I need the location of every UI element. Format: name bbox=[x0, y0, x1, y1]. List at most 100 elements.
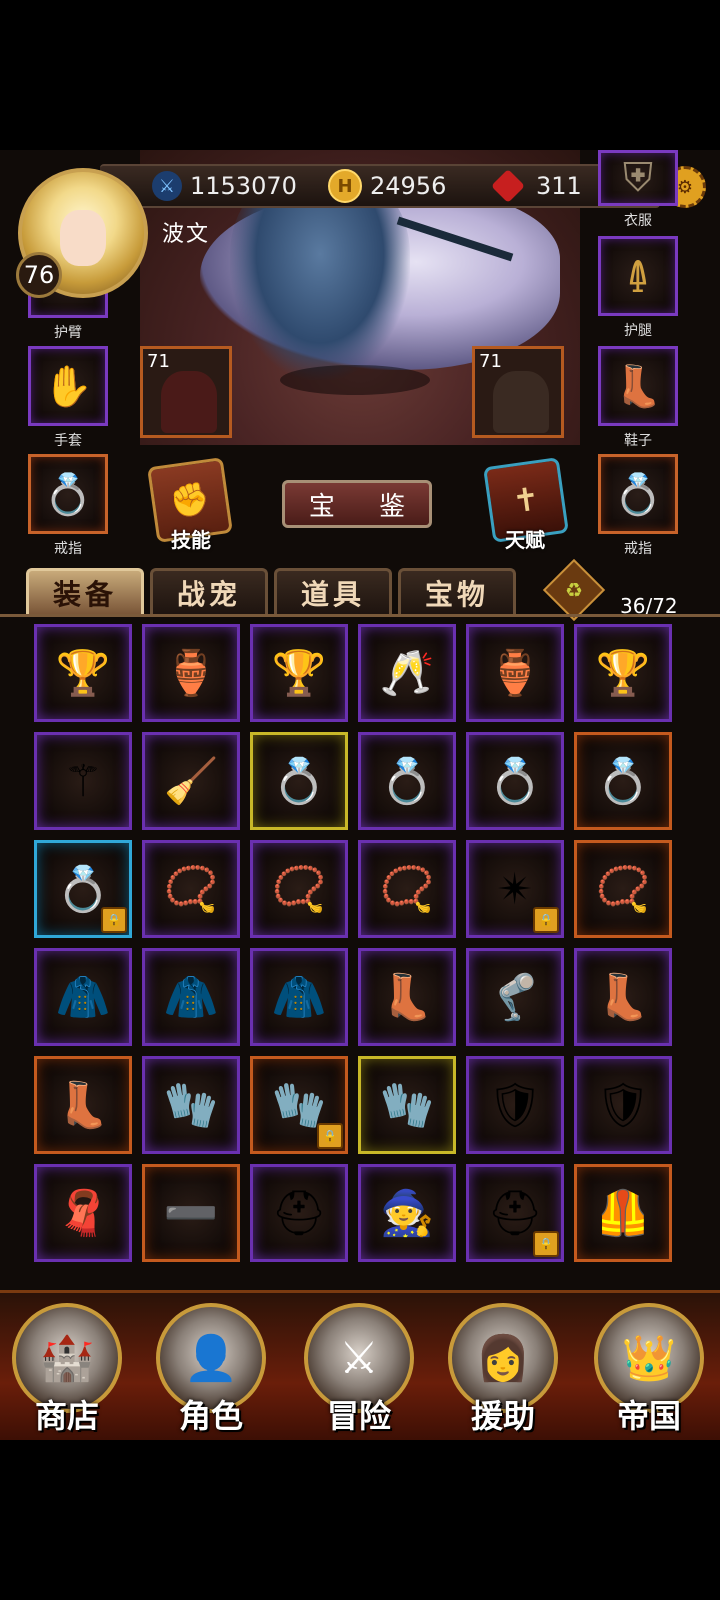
nav-character-label: 角色 bbox=[178, 1397, 243, 1435]
winged-boot-icon: 👢 bbox=[55, 1080, 111, 1131]
inventory-slot[interactable]: 🧥 bbox=[34, 948, 132, 1046]
golden-trophy-icon: 🏆 bbox=[55, 648, 111, 699]
talent-label: 天赋 bbox=[505, 528, 545, 552]
player-name: 波文 bbox=[162, 222, 211, 247]
fur-cloak-icon: 🧥 bbox=[271, 972, 327, 1023]
appraise-button[interactable]: 宝 鉴 bbox=[282, 480, 432, 528]
dark-feather-charm-icon: ⚚ bbox=[63, 755, 103, 807]
inventory-slot[interactable]: 🏺 bbox=[466, 624, 564, 722]
lock-icon: 🔒 bbox=[101, 907, 127, 933]
inventory-slot[interactable]: 👢 bbox=[34, 1056, 132, 1154]
hero-card-right[interactable]: 71 bbox=[472, 346, 564, 438]
inventory-slot[interactable]: 💍 🔒 bbox=[34, 840, 132, 938]
ruby-bronze-ring-icon: 💍 bbox=[271, 756, 327, 807]
inventory-slot[interactable]: 🧹 bbox=[142, 732, 240, 830]
equip-slot-shoes[interactable]: 👢 bbox=[598, 346, 678, 426]
equip-label-shoes: 鞋子 bbox=[624, 433, 652, 449]
amber-silver-ring-icon: 💍 bbox=[487, 756, 543, 807]
inventory-slot[interactable]: ⛑ 🔒 bbox=[466, 1164, 564, 1262]
emerald-ring-icon: 💍 bbox=[43, 471, 93, 518]
inventory-slot[interactable]: 🦺 bbox=[574, 1164, 672, 1262]
boot-icon: 👢 bbox=[613, 363, 663, 410]
equip-label-gloves: 手套 bbox=[54, 433, 82, 449]
equip-slot-gloves[interactable]: ✋ bbox=[28, 346, 108, 426]
small-golden-chalice-icon: 🏺 bbox=[487, 648, 543, 699]
inventory-slot[interactable]: 🧥 bbox=[250, 948, 348, 1046]
coin-icon: H bbox=[328, 169, 362, 203]
equip-slot-ring-left[interactable]: 💍 bbox=[28, 454, 108, 534]
equip-label-legs: 护腿 bbox=[624, 323, 652, 339]
inventory-slot[interactable]: ✴ 🔒 bbox=[466, 840, 564, 938]
equip-label-arm: 护臂 bbox=[54, 325, 82, 341]
resource-bar: ⚔ 1153070 H 24956 311 bbox=[100, 164, 660, 208]
garnet-pendant-icon: 📿 bbox=[595, 864, 651, 915]
ruby-gold-necklace-icon: 📿 bbox=[379, 864, 435, 915]
avatar-face bbox=[60, 210, 106, 266]
inventory-slot[interactable]: ⚚ bbox=[34, 732, 132, 830]
equip-label-ring-left: 戒指 bbox=[54, 541, 82, 557]
hero-right-level: 71 bbox=[479, 351, 502, 372]
recycle-button[interactable]: ♻ bbox=[542, 558, 606, 622]
inventory-slot[interactable]: 💍 bbox=[466, 732, 564, 830]
tab-pets[interactable]: 战宠 bbox=[150, 568, 268, 614]
inventory-slot[interactable]: 🏺 bbox=[142, 624, 240, 722]
inventory-slot[interactable]: 🧙 bbox=[358, 1164, 456, 1262]
game-screen: ⚔ 1153070 H 24956 311 ⚙ ⛨ 衣服 护臂 76 波文 𐃉 … bbox=[0, 150, 720, 1440]
nav-adventure-label: 冒险 bbox=[326, 1397, 391, 1435]
treasure-bowl-icon: 🏆 bbox=[595, 648, 651, 699]
blue-boot-icon: 👢 bbox=[379, 972, 435, 1023]
recycle-icon: ♻ bbox=[565, 578, 583, 602]
inventory-slot[interactable]: 👢 bbox=[574, 948, 672, 1046]
gold-resource: H 24956 bbox=[328, 166, 446, 206]
sword-icon: ⚔ bbox=[152, 171, 182, 201]
inventory-slot[interactable]: 👢 bbox=[358, 948, 456, 1046]
inventory-slot[interactable]: ⛑ bbox=[250, 1164, 348, 1262]
armor-icon: ⛨ bbox=[623, 155, 653, 201]
inventory-slot[interactable]: 🏆 bbox=[250, 624, 348, 722]
inventory-slot[interactable]: 🧥 bbox=[142, 948, 240, 1046]
silver-ring-icon: 💍 bbox=[613, 471, 663, 518]
gem-value: 311 bbox=[536, 172, 582, 200]
golden-horn-cup-icon: 🥂 bbox=[379, 648, 435, 699]
gold-value: 24956 bbox=[370, 172, 447, 200]
tab-treasures[interactable]: 宝物 bbox=[398, 568, 516, 614]
leather-glove-icon: ✋ bbox=[43, 363, 93, 410]
blue-scarf-icon: 🧣 bbox=[55, 1188, 111, 1239]
dark-bracer-icon: 🛡 bbox=[595, 1080, 651, 1131]
gold-belt-icon: ➖ bbox=[163, 1188, 219, 1239]
lock-icon: 🔒 bbox=[533, 907, 559, 933]
inventory-slot[interactable]: 🧤 bbox=[358, 1056, 456, 1154]
inventory-slot[interactable]: 💍 bbox=[358, 732, 456, 830]
inventory-slot[interactable]: 📿 bbox=[574, 840, 672, 938]
amber-silver-ring-icon: 💍 bbox=[379, 756, 435, 807]
inventory-slot[interactable]: 🏆 bbox=[34, 624, 132, 722]
ruby-icon bbox=[491, 169, 525, 203]
inventory-slot[interactable]: 💍 bbox=[250, 732, 348, 830]
inventory-slot[interactable]: 🧣 bbox=[34, 1164, 132, 1262]
inventory-slot[interactable]: 🥂 bbox=[358, 624, 456, 722]
inventory-slot[interactable]: 🧤 bbox=[142, 1056, 240, 1154]
inventory-slot[interactable]: ➖ bbox=[142, 1164, 240, 1262]
equip-slot-clothes[interactable]: ⛨ bbox=[598, 150, 678, 206]
inventory-slot[interactable]: 📿 bbox=[250, 840, 348, 938]
inventory-slot[interactable]: 💍 bbox=[574, 732, 672, 830]
power-resource: ⚔ 1153070 bbox=[152, 166, 297, 206]
tab-items[interactable]: 道具 bbox=[274, 568, 392, 614]
equip-slot-ring-right[interactable]: 💍 bbox=[598, 454, 678, 534]
inventory-slot[interactable]: 🧤 🔒 bbox=[250, 1056, 348, 1154]
hero-left-portrait bbox=[161, 371, 217, 433]
inventory-slot[interactable]: 📿 bbox=[358, 840, 456, 938]
inventory-slot[interactable]: 🛡 bbox=[466, 1056, 564, 1154]
orange-glove-icon: 🧤 bbox=[163, 1080, 219, 1131]
player-level-badge: 76 bbox=[16, 252, 62, 298]
gold-scale-armor-icon: 🦺 bbox=[595, 1188, 651, 1239]
tab-equipment[interactable]: 装备 bbox=[26, 568, 144, 614]
equip-slot-legs[interactable]: 𐃉 bbox=[598, 236, 678, 316]
inventory-slot[interactable]: 🏆 bbox=[574, 624, 672, 722]
emerald-violet-ring-icon: 💍 bbox=[595, 756, 651, 807]
inventory-slot[interactable]: 🛡 bbox=[574, 1056, 672, 1154]
gem-resource: 311 bbox=[491, 166, 582, 206]
inventory-slot[interactable]: 🦿 bbox=[466, 948, 564, 1046]
inventory-slot[interactable]: 📿 bbox=[142, 840, 240, 938]
hero-card-left[interactable]: 71 bbox=[140, 346, 232, 438]
